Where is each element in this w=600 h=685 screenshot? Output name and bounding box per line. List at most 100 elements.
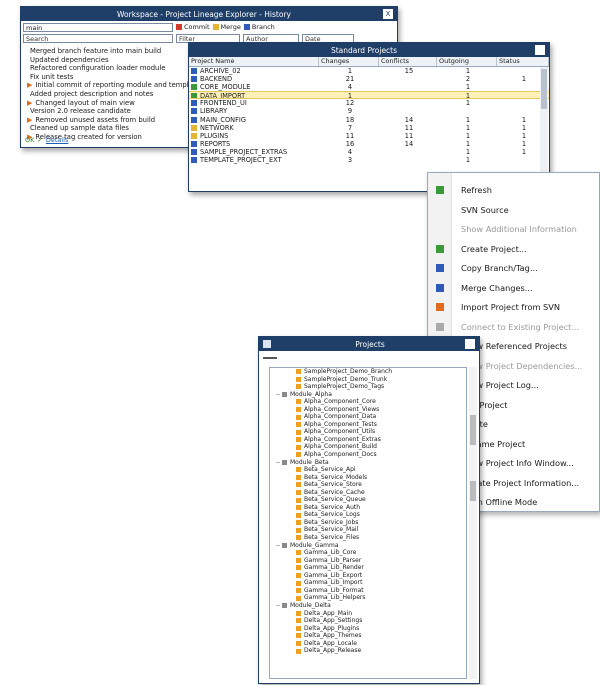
tree-item[interactable]: Alpha_Component_Build — [270, 443, 466, 451]
tree-scroll-thumb-secondary[interactable] — [470, 481, 476, 501]
col-header-changes[interactable]: Changes — [319, 57, 379, 66]
col-header-outgoing[interactable]: Outgoing — [437, 57, 497, 66]
menu-item[interactable]: Merge Changes... — [428, 279, 599, 297]
tree-item[interactable]: Delta_App_Main — [270, 610, 466, 618]
tree-item[interactable]: Delta_App_Settings — [270, 617, 466, 625]
menu-item-label: Merge Changes... — [461, 282, 533, 293]
history-close-button[interactable]: X — [383, 9, 393, 19]
tree-item[interactable]: Delta_App_Plugins — [270, 625, 466, 633]
tree-close-button[interactable] — [465, 339, 475, 349]
folder-icon — [296, 557, 301, 563]
tree-item[interactable]: Gamma_Lib_Parser — [270, 557, 466, 565]
menu-item[interactable]: Copy Branch/Tag... — [428, 259, 599, 277]
tree-item[interactable]: Alpha_Component_Views — [270, 406, 466, 414]
tree-label: Gamma_Lib_Render — [304, 564, 364, 572]
tree-group[interactable]: − Module_Alpha — [270, 391, 466, 399]
table-scrollbar[interactable] — [540, 67, 548, 189]
menu-item[interactable]: SVN Source — [428, 201, 599, 219]
expand-toggle-icon[interactable]: − — [274, 542, 282, 550]
expand-toggle-icon[interactable]: − — [274, 391, 282, 399]
tree-scrollbar[interactable] — [469, 367, 477, 679]
table-row[interactable]: LIBRARY 9 — [189, 107, 549, 115]
table-row[interactable]: BACKEND 21 2 1 — [189, 75, 549, 83]
menu-item[interactable]: Create Project... — [428, 240, 599, 258]
table-row[interactable]: NETWORK 7 11 1 1 — [189, 124, 549, 132]
expand-toggle-icon[interactable]: − — [274, 459, 282, 467]
tree-item[interactable]: Gamma_Lib_Helpers — [270, 594, 466, 602]
tree-item[interactable]: Alpha_Component_Docs — [270, 451, 466, 459]
tree-group[interactable]: − Module_Beta — [270, 459, 466, 467]
table-row[interactable]: FRONTEND_UI 12 1 — [189, 99, 549, 107]
tree-item[interactable]: Alpha_Component_Utils — [270, 428, 466, 436]
table-row[interactable]: DATA_IMPORT 1 1 — [189, 91, 549, 100]
tree-item[interactable]: Delta_App_Locale — [270, 640, 466, 648]
tree-item[interactable]: Beta_Service_Models — [270, 474, 466, 482]
history-search-input[interactable]: Search — [23, 34, 173, 43]
tree-label: Alpha_Component_Utils — [304, 428, 376, 436]
expand-toggle-icon[interactable]: − — [274, 602, 282, 610]
col-header-project-name[interactable]: Project Name — [189, 57, 319, 66]
branch-color-icon — [243, 24, 250, 30]
collapse-all-icon[interactable] — [263, 357, 277, 359]
tree-item[interactable]: SampleProject_Demo_Tags — [270, 383, 466, 391]
tree-item[interactable]: Beta_Service_Store — [270, 481, 466, 489]
table-scroll-thumb[interactable] — [541, 69, 547, 109]
col-header-status[interactable]: Status — [497, 57, 549, 66]
table-row[interactable]: PLUGINS 11 11 1 1 — [189, 132, 549, 140]
tree-label: Alpha_Component_Build — [304, 443, 377, 451]
tree-item[interactable]: Alpha_Component_Extras — [270, 436, 466, 444]
menu-item[interactable]: Show Additional Information — [428, 220, 599, 238]
tree-item[interactable]: Beta_Service_Mail — [270, 526, 466, 534]
cell-conflicts — [379, 75, 437, 83]
cell-changes: 3 — [347, 156, 353, 165]
menu-item[interactable]: Refresh — [428, 181, 599, 199]
history-titlebar[interactable]: Workspace - Project Lineage Explorer - H… — [21, 7, 397, 21]
tree-item[interactable]: Beta_Service_Api — [270, 466, 466, 474]
history-entry-label: Version 2.0 release candidate — [30, 107, 131, 116]
branch-selector[interactable]: main — [23, 22, 173, 32]
tree-item[interactable]: Alpha_Component_Tests — [270, 421, 466, 429]
table-titlebar[interactable]: Standard Projects — [189, 43, 549, 57]
tree-item[interactable]: Delta_App_Themes — [270, 632, 466, 640]
table-row[interactable]: MAIN_CONFIG 18 14 1 1 — [189, 116, 549, 124]
tree-item[interactable]: SampleProject_Demo_Branch — [270, 368, 466, 376]
tree-titlebar[interactable]: Projects — [259, 337, 479, 351]
status-details-link[interactable]: Details — [46, 136, 69, 144]
tree-item[interactable]: Beta_Service_Jobs — [270, 519, 466, 527]
table-row[interactable]: CORE_MODULE 4 1 — [189, 83, 549, 91]
tree-item[interactable]: Beta_Service_Cache — [270, 489, 466, 497]
tree-item[interactable]: SampleProject_Demo_Trunk — [270, 376, 466, 384]
table-row[interactable]: SAMPLE_PROJECT_EXTRAS 4 1 1 — [189, 148, 549, 156]
col-header-conflicts[interactable]: Conflicts — [379, 57, 437, 66]
tag-merge[interactable]: Merge — [212, 23, 241, 31]
folder-icon — [296, 376, 301, 382]
tree-item[interactable]: Gamma_Lib_Export — [270, 572, 466, 580]
menu-item[interactable]: Import Project from SVN — [428, 298, 599, 316]
tree-item[interactable]: Beta_Service_Files — [270, 534, 466, 542]
tree-item[interactable]: Gamma_Lib_Core — [270, 549, 466, 557]
tree-item[interactable]: Alpha_Component_Core — [270, 398, 466, 406]
project-icon — [191, 116, 197, 123]
tag-branch[interactable]: Branch — [243, 23, 275, 31]
table-row[interactable]: TEMPLATE_PROJECT_EXT 3 1 — [189, 156, 549, 164]
tag-commit[interactable]: Commit — [176, 23, 210, 31]
tree-group[interactable]: − Module_Delta — [270, 602, 466, 610]
tree-label: Beta_Service_Mail — [304, 526, 359, 534]
table-maximize-button[interactable] — [535, 45, 545, 55]
tree-item[interactable]: Gamma_Lib_Import — [270, 579, 466, 587]
cell-outgoing: 1 — [465, 99, 471, 108]
tree-item[interactable]: Gamma_Lib_Render — [270, 564, 466, 572]
cell-outgoing: 1 — [465, 123, 471, 132]
tree-item[interactable]: Alpha_Component_Data — [270, 413, 466, 421]
tree-item[interactable]: Gamma_Lib_Format — [270, 587, 466, 595]
cell-outgoing: 1 — [465, 83, 471, 92]
table-row[interactable]: REPORTS 16 14 1 1 — [189, 140, 549, 148]
table-row[interactable]: ARCHIVE_02 1 15 1 — [189, 67, 549, 75]
tree-item[interactable]: Beta_Service_Logs — [270, 511, 466, 519]
tree-item[interactable]: Beta_Service_Queue — [270, 496, 466, 504]
tree-group[interactable]: − Module_Gamma — [270, 542, 466, 550]
tree-scroll-thumb[interactable] — [470, 415, 476, 445]
menu-item[interactable]: Connect to Existing Project... — [428, 318, 599, 336]
tree-item[interactable]: Delta_App_Release — [270, 647, 466, 655]
tree-item[interactable]: Beta_Service_Auth — [270, 504, 466, 512]
